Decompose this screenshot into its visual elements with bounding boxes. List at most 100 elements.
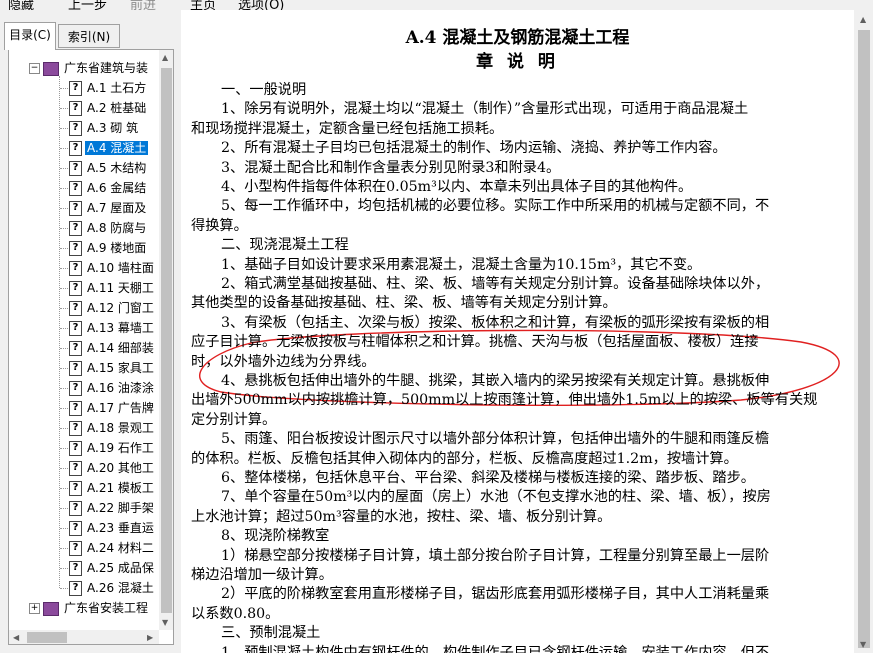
- help-topic-icon: ?: [69, 421, 82, 436]
- tree-item[interactable]: ? A.18 景观工: [69, 418, 156, 438]
- tree-vertical-scrollbar[interactable]: ▲ ▼: [159, 50, 173, 630]
- tree-item[interactable]: ? A.20 其他工: [69, 458, 156, 478]
- tree-horizontal-scrollbar[interactable]: ◀ ▶: [9, 630, 159, 644]
- tree-branch-line: [60, 228, 68, 229]
- tree-branch-line: [60, 268, 68, 269]
- tree-item[interactable]: ? A.23 垂直运: [69, 518, 156, 538]
- help-topic-icon: ?: [69, 201, 82, 216]
- tree-item[interactable]: ? A.16 油漆涂: [69, 378, 156, 398]
- tree-item-label: A.1 土石方: [87, 81, 147, 95]
- scroll-right-icon[interactable]: ▶: [147, 633, 153, 642]
- tree-branch-line: [60, 128, 68, 129]
- tree-item[interactable]: ? A.21 模板工: [69, 478, 156, 498]
- tree-item[interactable]: ? A.9 楼地面: [69, 238, 148, 258]
- tree-branch-line: [60, 368, 68, 369]
- paragraph-line: 4、悬挑板包括伸出墙外的牛腿、挑梁，其嵌入墙内的梁另按梁有关规定计算。悬挑板伸: [221, 373, 770, 389]
- paragraph-line: 6、整体楼梯，包括休息平台、平台梁、斜梁及楼梯与楼板连接的梁、踏步板、踏步。: [221, 470, 755, 486]
- tree-item[interactable]: ? A.25 成品保: [69, 558, 156, 578]
- scroll-left-icon[interactable]: ◀: [13, 633, 19, 642]
- help-topic-icon: ?: [69, 181, 82, 196]
- document-subtitle: 章 说 明: [476, 52, 559, 72]
- tree-item[interactable]: ? A.5 木结构: [69, 158, 148, 178]
- paragraph-line: 出墙外500mm以内按挑檐计算，500mm以上按雨篷计算，伸出墙外1.5m以上的…: [191, 392, 818, 409]
- tree-branch-line: [60, 308, 68, 309]
- paragraph-line: 三、预制混凝土: [221, 625, 321, 642]
- tree-item-label: A.22 脚手架: [87, 501, 154, 515]
- options-menu-button[interactable]: 选项(O): [238, 0, 284, 10]
- paragraph-line: 3、混凝土配合比和制作含量表分别见附录3和附录4。: [221, 159, 561, 176]
- tree-item[interactable]: ? A.6 金属结: [69, 178, 148, 198]
- tree-item-label: A.12 门窗工: [87, 301, 154, 315]
- tree-item[interactable]: ? A.2 桩基础: [69, 98, 148, 118]
- paragraph-line: 3、有梁板（包括主、次梁与板）按梁、板体积之和计算，有梁板的弧形梁按有梁板的相: [221, 314, 770, 331]
- tree-scroll-thumb[interactable]: [161, 68, 172, 613]
- tree-item-label: A.16 油漆涂: [87, 381, 154, 395]
- content-vertical-scrollbar[interactable]: ▲ ▼: [855, 10, 873, 653]
- back-button[interactable]: 上一步: [68, 0, 107, 10]
- tree-branch-line: [60, 328, 68, 329]
- tree-item[interactable]: ? A.15 家具工: [69, 358, 156, 378]
- tree-branch-line: [60, 528, 68, 529]
- tree-branch-line: [60, 448, 68, 449]
- hide-button[interactable]: 隐藏: [8, 0, 34, 10]
- content-scroll-thumb[interactable]: [858, 30, 870, 648]
- tree-item[interactable]: ? A.1 土石方: [69, 78, 148, 98]
- tree-branch-line: [60, 208, 68, 209]
- tree-item[interactable]: ? A.19 石作工: [69, 438, 156, 458]
- paragraph-line: 其他类型的设备基础按基础、柱、梁、板、墙等有关规定分别计算。: [191, 295, 617, 312]
- paragraph-line: 1）梯悬空部分按楼梯子目计算，填土部分按台阶子目计算，工程量分别算至最上一层阶: [221, 547, 770, 564]
- forward-button[interactable]: 前进: [130, 0, 156, 10]
- paragraph-line: 2、箱式满堂基础按基础、柱、梁、板、墙等有关规定分别计算。设备基础除块体以外，: [221, 276, 770, 292]
- scroll-down-icon[interactable]: ▼: [162, 618, 168, 627]
- paragraph-line: 4、小型构件指每件体积在0.05m³以内、本章未列出具体子目的其他构件。: [221, 179, 693, 195]
- tab-index[interactable]: 索引(N): [58, 24, 120, 48]
- tree-root-item-install[interactable]: + 广东省安装工程: [29, 598, 150, 618]
- tree-branch-line: [60, 468, 68, 469]
- tree-item-label: A.23 垂直运: [87, 521, 154, 535]
- tree-item[interactable]: ? A.3 砌 筑: [69, 118, 140, 138]
- collapse-icon[interactable]: −: [29, 63, 40, 74]
- tree-item-label: A.20 其他工: [87, 461, 154, 475]
- tree-item-label: A.4 混凝土: [85, 141, 149, 155]
- paragraph-line: 2、所有混凝土子目均已包括混凝土的制作、场内运输、浇捣、养护等工作内容。: [221, 140, 727, 157]
- tree-item[interactable]: ? A.22 脚手架: [69, 498, 156, 518]
- tree-item[interactable]: ? A.7 屋面及: [69, 198, 148, 218]
- tree-item-label: A.18 景观工: [87, 421, 154, 435]
- tree-item[interactable]: ? A.4 混凝土: [69, 138, 149, 158]
- paragraph-line: 5、雨篷、阳台板按设计图示尺寸以墙外部分体积计算，包括伸出墙外的牛腿和雨篷反檐: [221, 431, 770, 448]
- tree-item[interactable]: ? A.26 混凝土: [69, 578, 156, 598]
- tree-item[interactable]: ? A.10 墙柱面: [69, 258, 156, 278]
- content-scroll-up-icon[interactable]: ▲: [860, 15, 866, 24]
- help-topic-icon: ?: [69, 81, 82, 96]
- paragraph-line: 1、基础子目如设计要求采用素混凝土，混凝土含量为10.15m³，其它不变。: [221, 256, 702, 273]
- help-topic-icon: ?: [69, 501, 82, 516]
- paragraph-line: 2）平底的阶梯教室套用直形楼梯子目，锯齿形底套用弧形楼梯子目，其中人工消耗量乘: [221, 586, 770, 603]
- tree-item[interactable]: ? A.8 防腐与: [69, 218, 148, 238]
- help-topic-icon: ?: [69, 481, 82, 496]
- tree-item[interactable]: ? A.13 幕墙工: [69, 318, 156, 338]
- tree-item-label: A.8 防腐与: [87, 221, 147, 235]
- tree-item-label: A.11 天棚工: [87, 281, 154, 295]
- tree-root-item[interactable]: − 广东省建筑与装: [29, 58, 150, 78]
- tree-branch-line: [60, 488, 68, 489]
- tree-branch-line: [60, 588, 68, 589]
- tree-item[interactable]: ? A.14 细部装: [69, 338, 156, 358]
- tree-item[interactable]: ? A.24 材料二: [69, 538, 156, 558]
- tree-hscroll-thumb[interactable]: [27, 632, 67, 643]
- paragraph-line: 的体积。栏板、反檐包括其伸入砌体内的部分，栏板、反檐高度超过1.2m，按墙计算。: [191, 450, 738, 467]
- tree-item[interactable]: ? A.12 门窗工: [69, 298, 156, 318]
- paragraph-line: 8、现浇阶梯教室: [221, 528, 330, 545]
- paragraph-line: 二、现浇混凝土工程: [221, 237, 349, 254]
- scroll-up-icon[interactable]: ▲: [162, 53, 168, 62]
- content-scroll-down-icon[interactable]: ▼: [860, 640, 866, 649]
- tree-item-label: A.2 桩基础: [87, 101, 147, 115]
- expand-icon[interactable]: +: [29, 603, 40, 614]
- home-button[interactable]: 主页: [190, 0, 216, 10]
- help-topic-icon: ?: [69, 541, 82, 556]
- tree-item[interactable]: ? A.17 广告牌: [69, 398, 156, 418]
- tab-contents[interactable]: 目录(C): [4, 22, 56, 50]
- tree-item-label: A.13 幕墙工: [87, 321, 154, 335]
- document-content: A.4 混凝土及钢筋混凝土工程章 说 明一、一般说明 1、除另有说明外，混凝土均以…: [181, 10, 854, 653]
- tree-item-label: A.17 广告牌: [87, 401, 154, 415]
- tree-item[interactable]: ? A.11 天棚工: [69, 278, 156, 298]
